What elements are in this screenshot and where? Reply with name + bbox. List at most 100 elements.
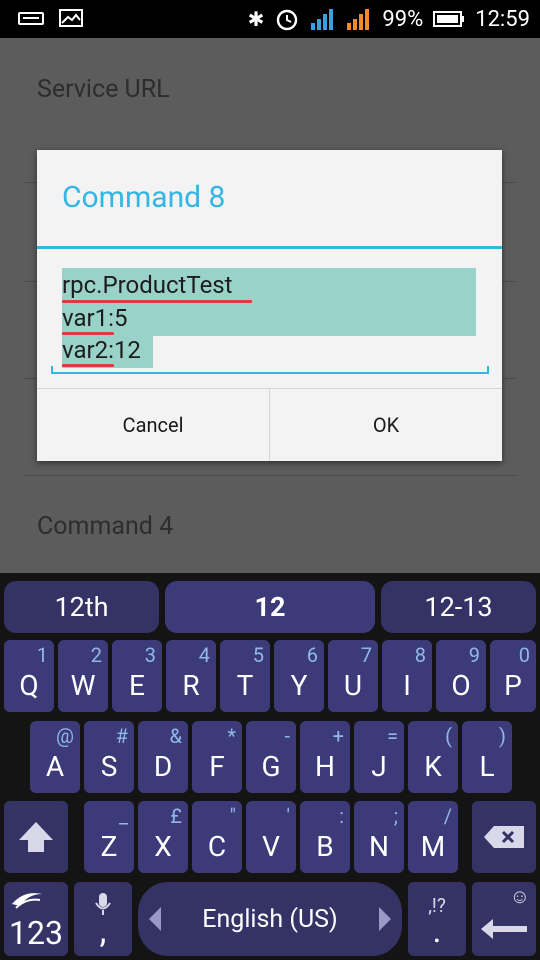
key-hint: 3	[144, 643, 156, 667]
key-m[interactable]: / M	[408, 801, 458, 873]
key-label: B	[316, 830, 334, 863]
numbers-key[interactable]: 123	[4, 882, 68, 956]
key-j[interactable]: = J	[354, 721, 404, 793]
key-label: S	[100, 750, 118, 783]
key-x[interactable]: £ X	[138, 801, 188, 873]
image-icon	[59, 9, 83, 27]
key-hint: &	[169, 724, 182, 748]
key-c[interactable]: " C	[192, 801, 242, 873]
ok-button[interactable]: OK	[270, 389, 502, 461]
status-bar: ✱ 99% 12:59	[0, 0, 540, 38]
comma-label: ,	[99, 911, 107, 951]
key-label: N	[369, 830, 389, 863]
bluetooth-icon: ✱	[247, 7, 265, 31]
enter-key[interactable]: ☺	[472, 882, 536, 956]
divider	[24, 475, 516, 476]
key-hint: 0	[518, 643, 530, 667]
key-label: E	[129, 669, 145, 702]
key-i[interactable]: 8I	[382, 640, 432, 712]
key-l[interactable]: ) L	[462, 721, 512, 793]
emoji-icon: ☺	[509, 884, 530, 908]
cancel-button[interactable]: Cancel	[37, 389, 269, 461]
key-h[interactable]: + H	[300, 721, 350, 793]
key-label: Y	[290, 669, 308, 702]
period-label: .	[432, 910, 442, 951]
key-q[interactable]: 1Q	[4, 640, 54, 712]
text-line-1: rpc.ProductTest	[62, 271, 233, 299]
chevron-right-icon	[379, 907, 391, 931]
key-hint: "	[229, 804, 236, 828]
command-text-field[interactable]: rpc.ProductTest var1:5 var2:12	[51, 268, 489, 376]
signal-icon	[311, 9, 334, 30]
key-r[interactable]: 4R	[166, 640, 216, 712]
field-underline-tick	[487, 366, 489, 373]
text-line-2: var1:5	[62, 304, 128, 332]
backspace-key[interactable]	[472, 801, 536, 873]
key-s[interactable]: # S	[84, 721, 134, 793]
comma-key[interactable]: ,	[74, 882, 132, 956]
clock: 12:59	[475, 6, 530, 32]
key-g[interactable]: -G	[246, 721, 296, 793]
key-hint: £	[170, 804, 182, 828]
key-label: M	[420, 830, 446, 863]
key-label: L	[479, 750, 495, 783]
key-label: X	[154, 830, 172, 863]
soft-keyboard: 12th 12 12-13 1Q 2W 3E 4R 5T 6Y 7U 8I 9O…	[0, 573, 540, 960]
field-underline-tick	[51, 366, 53, 373]
key-label: K	[424, 750, 442, 783]
spellcheck-underline	[62, 332, 114, 335]
key-b[interactable]: :B	[300, 801, 350, 873]
suggestion-2[interactable]: 12	[165, 581, 375, 633]
key-k[interactable]: (K	[408, 721, 458, 793]
backspace-icon	[484, 826, 524, 848]
key-hint: 1	[36, 643, 48, 667]
numbers-key-label: 123	[9, 914, 63, 952]
key-label: R	[182, 669, 200, 702]
keyboard-icon	[18, 12, 44, 25]
key-label: C	[207, 830, 227, 863]
key-a[interactable]: @ A	[30, 721, 80, 793]
key-hint: +	[332, 724, 344, 748]
key-label: F	[209, 750, 225, 783]
key-hint: =	[387, 724, 398, 748]
key-hint: -	[284, 724, 290, 748]
language-label: English (US)	[202, 904, 338, 934]
title-divider	[37, 246, 502, 249]
key-hint: '	[286, 804, 291, 828]
command-dialog: Command 8 rpc.ProductTest var1:5 var2:12…	[37, 150, 502, 461]
key-w[interactable]: 2W	[58, 640, 108, 712]
key-hint: 8	[414, 643, 426, 667]
key-label: H	[315, 750, 335, 783]
key-label: G	[261, 750, 281, 783]
key-f[interactable]: * F	[192, 721, 242, 793]
spellcheck-underline	[62, 300, 252, 303]
key-u[interactable]: 7U	[328, 640, 378, 712]
key-label: W	[70, 669, 96, 702]
key-label: I	[403, 669, 411, 702]
space-bar[interactable]: English (US)	[138, 882, 402, 956]
key-label: P	[504, 669, 522, 702]
key-hint: 9	[468, 643, 480, 667]
shift-key[interactable]	[4, 801, 68, 873]
key-hint: @	[56, 724, 74, 748]
key-label: Z	[100, 830, 118, 863]
key-hint: #	[115, 724, 128, 748]
suggestion-1[interactable]: 12th	[4, 581, 159, 633]
key-d[interactable]: & D	[138, 721, 188, 793]
key-p[interactable]: 0P	[490, 640, 536, 712]
period-key[interactable]: ,!? .	[408, 882, 466, 956]
key-n[interactable]: ; N	[354, 801, 404, 873]
dialog-title: Command 8	[62, 180, 226, 215]
key-label: J	[371, 750, 387, 783]
key-o[interactable]: 9O	[436, 640, 486, 712]
key-z[interactable]: _ Z	[84, 801, 134, 873]
key-t[interactable]: 5T	[220, 640, 270, 712]
suggestion-3[interactable]: 12-13	[381, 581, 536, 633]
key-y[interactable]: 6Y	[274, 640, 324, 712]
key-v[interactable]: ' V	[246, 801, 296, 873]
swiftkey-logo-icon	[12, 893, 42, 909]
key-hint: 2	[90, 643, 102, 667]
key-e[interactable]: 3E	[112, 640, 162, 712]
battery-icon	[433, 11, 465, 27]
key-hint: 7	[360, 643, 372, 667]
